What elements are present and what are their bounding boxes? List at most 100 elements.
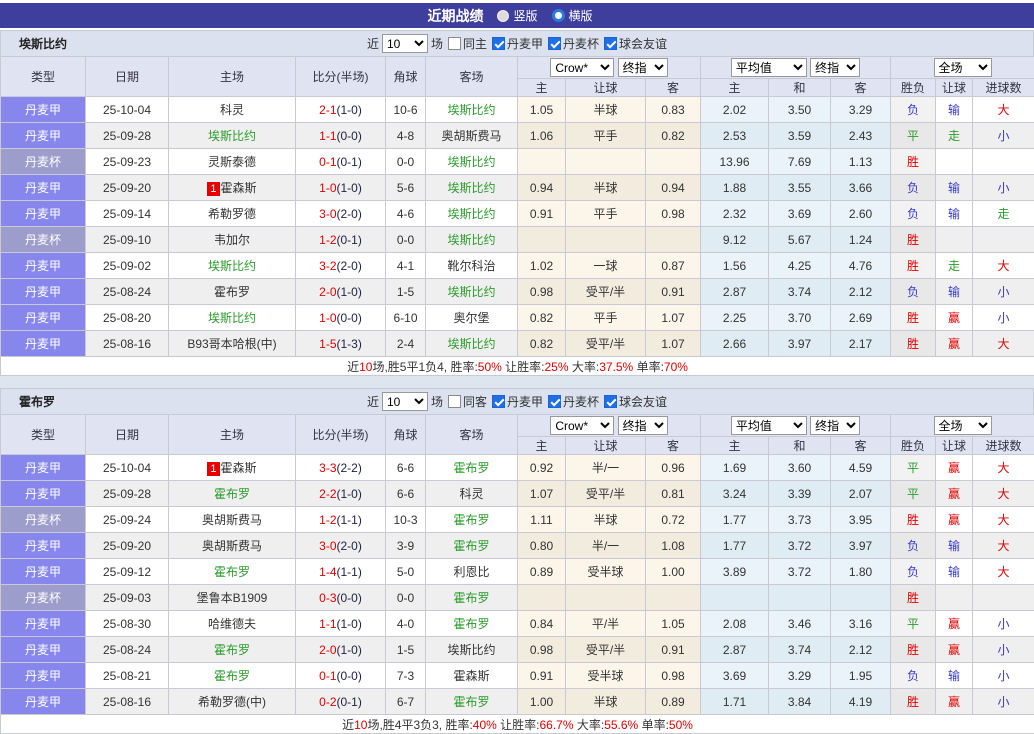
- home-team[interactable]: 霍布罗: [214, 285, 250, 299]
- home-team[interactable]: 埃斯比约: [208, 129, 256, 143]
- away-team[interactable]: 霍布罗: [453, 617, 489, 631]
- league-checkbox-0[interactable]: [492, 395, 505, 408]
- avg-home-odds: 2.02: [701, 97, 769, 123]
- home-team[interactable]: 科灵: [220, 103, 244, 117]
- avg-away-odds: 3.29: [831, 97, 891, 123]
- league-checkbox-1[interactable]: [548, 37, 561, 50]
- horizontal-layout-option[interactable]: 横版: [552, 7, 593, 24]
- home-team[interactable]: B93哥本哈根(中): [187, 337, 276, 351]
- home-team[interactable]: 堡鲁本B1909: [197, 591, 268, 605]
- matches-label: 场: [431, 35, 443, 52]
- vertical-layout-option[interactable]: 竖版: [497, 7, 537, 24]
- summary-label: 单率:: [638, 718, 669, 732]
- away-team[interactable]: 埃斯比约: [447, 207, 495, 221]
- home-team[interactable]: 霍森斯: [221, 181, 257, 195]
- rank-badge: 1: [207, 462, 219, 476]
- away-team[interactable]: 霍布罗: [453, 461, 489, 475]
- score-cell: 1-2(1-1): [296, 507, 386, 533]
- match-row: 丹麦甲25-10-041霍森斯3-3(2-2)6-6霍布罗0.92半/一0.96…: [1, 455, 1034, 481]
- away-team[interactable]: 奥胡斯费马: [441, 129, 501, 143]
- fulltime-select[interactable]: 全场: [934, 416, 992, 435]
- away-team[interactable]: 埃斯比约: [447, 181, 495, 195]
- home-team[interactable]: 埃斯比约: [208, 311, 256, 325]
- crow-home-odds: 1.02: [518, 253, 566, 279]
- fulltime-score: 1-2: [319, 513, 336, 527]
- goals-result: 小: [973, 279, 1034, 305]
- away-team[interactable]: 利恩比: [453, 565, 489, 579]
- home-team[interactable]: 霍布罗: [214, 643, 250, 657]
- home-team[interactable]: 霍布罗: [214, 487, 250, 501]
- wdl-result: 负: [891, 175, 936, 201]
- league-checkbox-1[interactable]: [548, 395, 561, 408]
- away-team-cell: 埃斯比约: [426, 201, 518, 227]
- away-team[interactable]: 埃斯比约: [447, 643, 495, 657]
- date-cell: 25-09-10: [86, 227, 169, 253]
- avg-away-odds: 2.12: [831, 279, 891, 305]
- crow-away-odds: 0.98: [646, 201, 701, 227]
- home-team[interactable]: 奥胡斯费马: [202, 539, 262, 553]
- horizontal-radio-icon[interactable]: [552, 9, 565, 22]
- home-team[interactable]: 希勒罗德(中): [198, 695, 266, 709]
- score-cell: 3-3(2-2): [296, 455, 386, 481]
- league-checkbox-0[interactable]: [492, 37, 505, 50]
- away-team[interactable]: 霍布罗: [453, 695, 489, 709]
- home-team[interactable]: 灵斯泰德: [208, 155, 256, 169]
- away-team[interactable]: 霍布罗: [453, 513, 489, 527]
- home-team[interactable]: 希勒罗德: [208, 207, 256, 221]
- final-odds-select-2[interactable]: 终指: [810, 58, 860, 77]
- average-odds-select[interactable]: 平均值: [731, 58, 807, 77]
- home-team[interactable]: 哈维德夫: [208, 617, 256, 631]
- home-team[interactable]: 霍森斯: [221, 461, 257, 475]
- vertical-radio-icon[interactable]: [497, 10, 509, 22]
- goals-result: 小: [973, 123, 1034, 149]
- home-team[interactable]: 奥胡斯费马: [202, 513, 262, 527]
- odds-source-select[interactable]: Crow*: [550, 58, 614, 77]
- match-row: 丹麦甲25-09-20奥胡斯费马3-0(2-0)3-9霍布罗0.80半/一1.0…: [1, 533, 1034, 559]
- away-team[interactable]: 霍布罗: [453, 539, 489, 553]
- type-cell: 丹麦杯: [1, 585, 86, 611]
- crow-odds-group: Crow* 终指: [518, 57, 701, 79]
- away-team[interactable]: 埃斯比约: [447, 103, 495, 117]
- away-team[interactable]: 霍森斯: [453, 669, 489, 683]
- away-team[interactable]: 埃斯比约: [447, 155, 495, 169]
- same-venue-checkbox[interactable]: [448, 395, 461, 408]
- match-count-select[interactable]: 10: [382, 392, 428, 411]
- date-cell: 25-08-24: [86, 637, 169, 663]
- away-team[interactable]: 奥尔堡: [453, 311, 489, 325]
- average-odds-select[interactable]: 平均值: [731, 416, 807, 435]
- final-odds-select[interactable]: 终指: [618, 58, 668, 77]
- away-team-cell: 霍布罗: [426, 507, 518, 533]
- handicap-result: 输: [936, 175, 973, 201]
- home-team[interactable]: 韦加尔: [214, 233, 250, 247]
- crow-handicap: 半球: [566, 689, 646, 715]
- odds-source-select[interactable]: Crow*: [550, 416, 614, 435]
- home-team[interactable]: 埃斯比约: [208, 259, 256, 273]
- home-team-cell: 霍布罗: [169, 637, 296, 663]
- final-odds-select-2[interactable]: 终指: [810, 416, 860, 435]
- away-team[interactable]: 靴尔科治: [447, 259, 495, 273]
- final-odds-select[interactable]: 终指: [618, 416, 668, 435]
- league-label-2: 球会友谊: [619, 393, 667, 410]
- league-checkbox-2[interactable]: [604, 37, 617, 50]
- home-team-cell: 哈维德夫: [169, 611, 296, 637]
- handicap-result: [936, 227, 973, 253]
- away-team[interactable]: 埃斯比约: [447, 285, 495, 299]
- home-team[interactable]: 霍布罗: [214, 669, 250, 683]
- crow-home-odds: 0.89: [518, 559, 566, 585]
- avg-home-odds: 2.87: [701, 637, 769, 663]
- away-team[interactable]: 霍布罗: [453, 591, 489, 605]
- col-header-crow-handicap: 让球: [566, 79, 646, 97]
- away-team-cell: 埃斯比约: [426, 97, 518, 123]
- away-team[interactable]: 埃斯比约: [447, 337, 495, 351]
- home-team[interactable]: 霍布罗: [214, 565, 250, 579]
- goals-result: 小: [973, 175, 1034, 201]
- match-count-select[interactable]: 10: [382, 34, 428, 53]
- away-team[interactable]: 科灵: [459, 487, 483, 501]
- away-team[interactable]: 埃斯比约: [447, 233, 495, 247]
- league-checkbox-2[interactable]: [604, 395, 617, 408]
- fulltime-select[interactable]: 全场: [934, 58, 992, 77]
- same-venue-checkbox[interactable]: [448, 37, 461, 50]
- league-filter-1: 丹麦杯: [548, 35, 599, 52]
- goals-result: [973, 149, 1034, 175]
- home-team-cell: 埃斯比约: [169, 123, 296, 149]
